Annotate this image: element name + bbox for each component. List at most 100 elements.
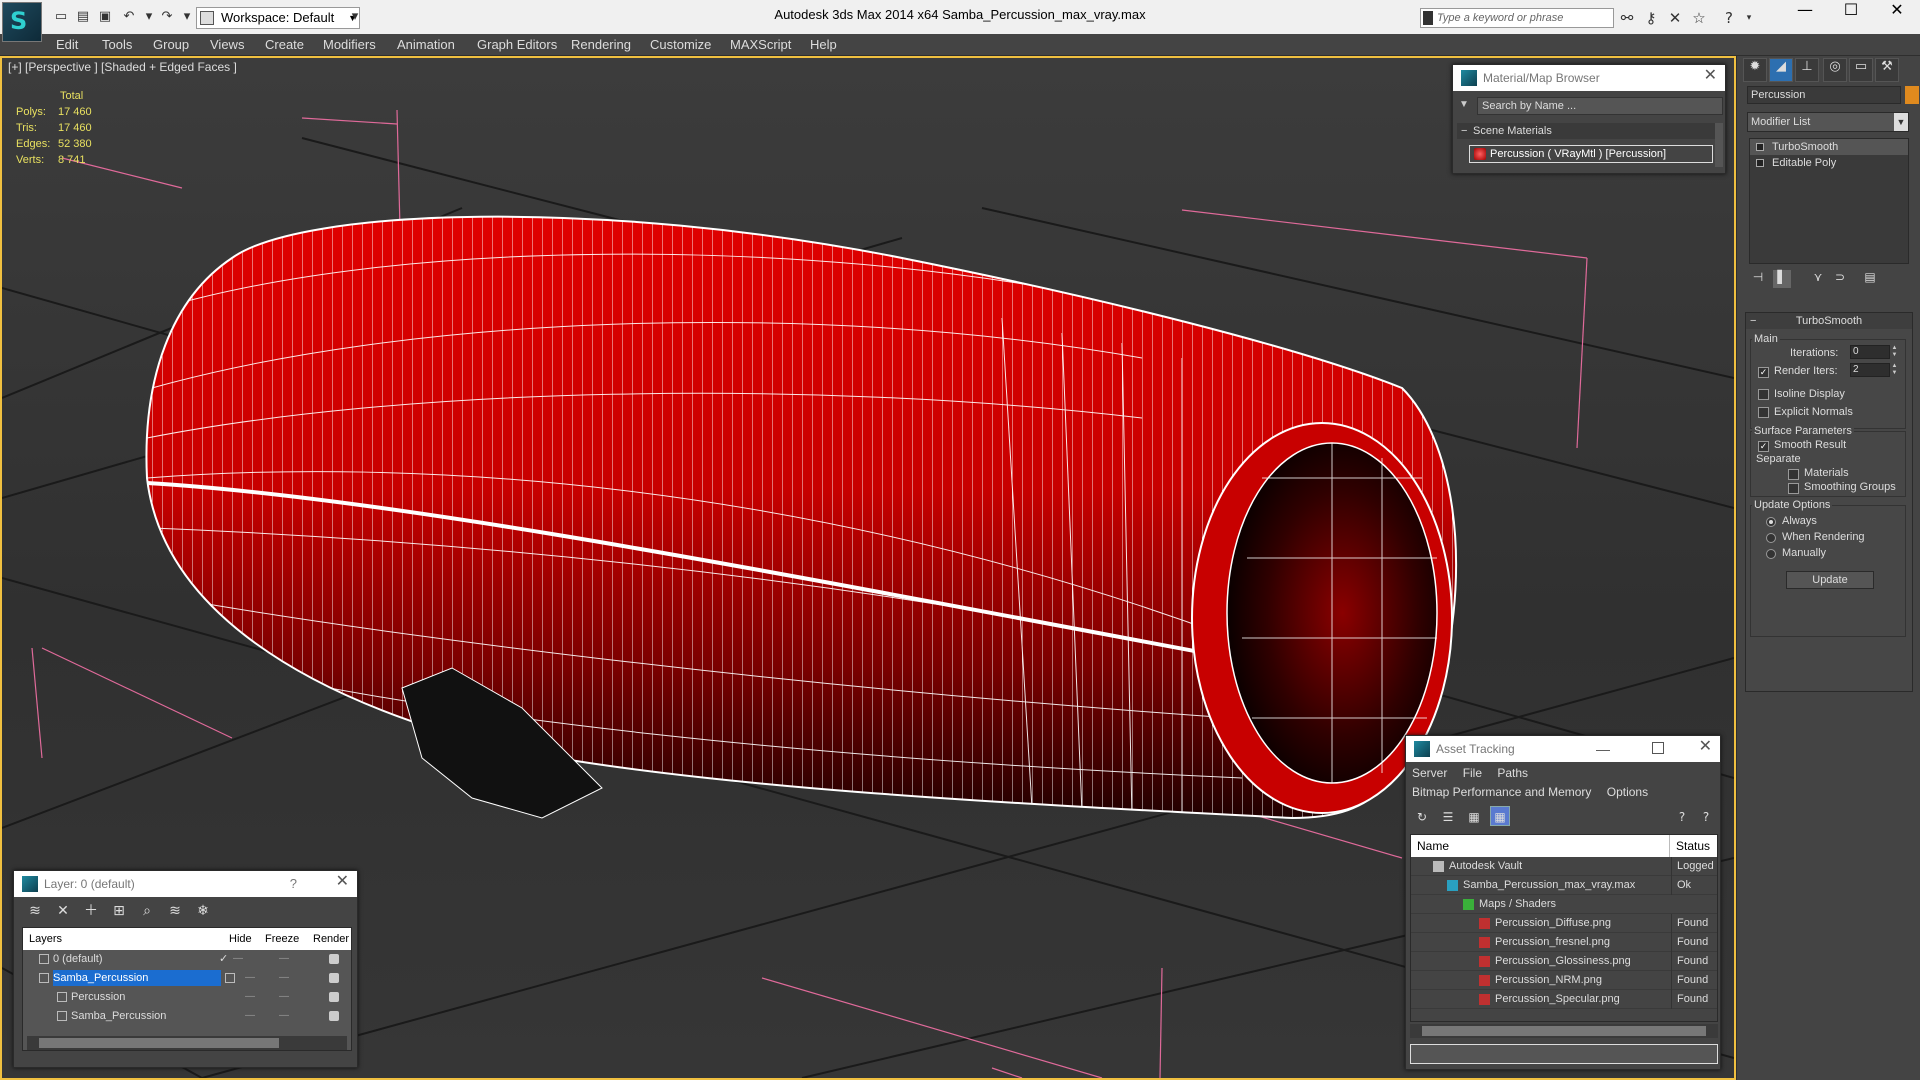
active-layer-box-icon[interactable]: [225, 973, 235, 983]
freeze-toggle[interactable]: —: [279, 1007, 289, 1025]
col-render[interactable]: Render: [313, 928, 349, 950]
explicit-normals-checkbox[interactable]: [1758, 407, 1769, 418]
menu-group[interactable]: Group: [153, 34, 189, 56]
table-view-icon[interactable]: ▦: [1490, 806, 1510, 826]
maximize-icon[interactable]: [1652, 742, 1664, 754]
freeze-toggle[interactable]: —: [279, 988, 289, 1006]
close-button[interactable]: ✕: [1874, 0, 1920, 30]
menu-rendering[interactable]: Rendering: [571, 34, 631, 56]
freeze-all-icon[interactable]: ❄: [192, 901, 214, 921]
make-unique-icon[interactable]: ⋎: [1809, 270, 1827, 288]
display-tab-icon[interactable]: ▭: [1849, 58, 1873, 82]
close-icon[interactable]: ✕: [1704, 65, 1717, 84]
create-tab-icon[interactable]: ✹: [1743, 58, 1767, 82]
col-hide[interactable]: Hide: [229, 928, 252, 950]
modifier-stack[interactable]: TurboSmooth Editable Poly: [1749, 138, 1909, 264]
workspace-dropdown[interactable]: Workspace: Default ▼: [196, 7, 360, 29]
asset-tracking-titlebar[interactable]: Asset Tracking — ✕: [1406, 736, 1720, 762]
stack-item-editable-poly[interactable]: Editable Poly: [1750, 155, 1908, 171]
render-teapot-icon[interactable]: [329, 992, 339, 1002]
asset-row[interactable]: Percussion_fresnel.png Found: [1411, 933, 1717, 952]
layer-row[interactable]: Samba_Percussion — —: [23, 969, 351, 987]
update-button[interactable]: Update: [1786, 571, 1874, 589]
communication-icon[interactable]: ✕: [1666, 9, 1684, 27]
scene-materials-group[interactable]: − Scene Materials: [1457, 123, 1717, 139]
rollout-header[interactable]: − TurboSmooth: [1746, 313, 1912, 329]
menu-server[interactable]: Server: [1412, 766, 1447, 780]
refresh-icon[interactable]: ↻: [1412, 806, 1432, 826]
material-browser-titlebar[interactable]: Material/Map Browser ✕: [1453, 65, 1725, 91]
utilities-tab-icon[interactable]: ⚒: [1875, 58, 1899, 82]
delete-layer-icon[interactable]: ✕: [52, 901, 74, 921]
menu-graph-editors[interactable]: Graph Editors: [477, 34, 557, 56]
new-file-icon[interactable]: ▭: [52, 8, 70, 26]
hide-all-icon[interactable]: ≋: [164, 901, 186, 921]
asset-row[interactable]: Percussion_Specular.png Found: [1411, 990, 1717, 1009]
asset-row[interactable]: Maps / Shaders: [1411, 895, 1717, 914]
render-teapot-icon[interactable]: [329, 954, 339, 964]
hide-toggle[interactable]: —: [245, 988, 255, 1006]
asset-row[interactable]: Autodesk Vault Logged: [1411, 857, 1717, 876]
favorites-star-icon[interactable]: ☆: [1690, 9, 1708, 27]
binoculars-icon[interactable]: ⚯: [1618, 9, 1636, 27]
scroll-thumb[interactable]: [39, 1038, 279, 1048]
asset-path-field[interactable]: [1410, 1044, 1718, 1064]
menu-views[interactable]: Views: [210, 34, 244, 56]
stack-item-turbosmooth[interactable]: TurboSmooth: [1750, 139, 1908, 155]
render-teapot-icon[interactable]: [329, 973, 339, 983]
menu-modifiers[interactable]: Modifiers: [323, 34, 376, 56]
hide-toggle[interactable]: —: [245, 1007, 255, 1025]
when-rendering-radio[interactable]: [1766, 533, 1776, 543]
asset-row[interactable]: Samba_Percussion_max_vray.max Ok: [1411, 876, 1717, 895]
configure-sets-icon[interactable]: ▤: [1861, 270, 1879, 288]
help-icon[interactable]: ?: [1720, 9, 1738, 27]
col-freeze[interactable]: Freeze: [265, 928, 299, 950]
hide-toggle[interactable]: —: [245, 969, 255, 987]
maximize-button[interactable]: ☐: [1828, 0, 1874, 30]
spinner-arrows-icon[interactable]: ▲ ▼: [1890, 345, 1899, 359]
hierarchy-tab-icon[interactable]: ⊥: [1795, 58, 1819, 82]
list-view-icon[interactable]: ☰: [1438, 806, 1458, 826]
lightbulb-icon[interactable]: [1756, 143, 1764, 151]
col-layers[interactable]: Layers: [29, 928, 62, 950]
pin-stack-icon[interactable]: ⊣: [1749, 270, 1767, 288]
menu-tools[interactable]: Tools: [102, 34, 132, 56]
asset-horizontal-scrollbar[interactable]: [1410, 1024, 1718, 1038]
menu-edit[interactable]: Edit: [56, 34, 78, 56]
motion-tab-icon[interactable]: ◎: [1823, 58, 1847, 82]
modify-tab-icon[interactable]: ◢: [1769, 58, 1793, 82]
help-icon[interactable]: ?: [1672, 806, 1692, 826]
menu-bitmap-performance[interactable]: Bitmap Performance and Memory: [1412, 785, 1591, 799]
layer-horizontal-scrollbar[interactable]: [27, 1036, 347, 1050]
open-file-icon[interactable]: ▤: [74, 8, 92, 26]
options-arrow-icon[interactable]: ▼: [1459, 99, 1469, 110]
close-icon[interactable]: ✕: [1699, 736, 1712, 755]
modifier-list-dropdown[interactable]: Modifier List ▼: [1747, 112, 1909, 132]
help-whats-this-icon[interactable]: ?: [1696, 806, 1716, 826]
undo-dropdown-icon[interactable]: ▾: [140, 8, 158, 26]
render-iters-checkbox[interactable]: ✓: [1758, 367, 1769, 378]
thumbnail-view-icon[interactable]: ▦: [1464, 806, 1484, 826]
app-logo-icon[interactable]: S: [2, 2, 42, 42]
add-to-layer-icon[interactable]: ＋: [80, 901, 102, 921]
expand-icon[interactable]: [1756, 159, 1764, 167]
materials-checkbox[interactable]: [1788, 469, 1799, 480]
object-name-field[interactable]: Percussion: [1747, 86, 1901, 104]
search-input[interactable]: Type a keyword or phrase: [1420, 8, 1614, 28]
workspace-menu-icon[interactable]: ▾: [346, 8, 364, 26]
redo-icon[interactable]: ↷: [158, 8, 176, 26]
menu-customize[interactable]: Customize: [650, 34, 711, 56]
select-objects-icon[interactable]: ⊞: [108, 901, 130, 921]
manually-radio[interactable]: [1766, 549, 1776, 559]
infocenter-collapse-icon[interactable]: [1423, 11, 1433, 25]
smooth-result-checkbox[interactable]: ✓: [1758, 441, 1769, 452]
asset-row[interactable]: Percussion_Glossiness.png Found: [1411, 952, 1717, 971]
render-iters-spinner[interactable]: 2 ▲ ▼: [1850, 363, 1897, 377]
col-name[interactable]: Name: [1417, 835, 1449, 857]
menu-maxscript[interactable]: MAXScript: [730, 34, 791, 56]
object-color-swatch[interactable]: [1905, 86, 1919, 104]
viewport-label[interactable]: [+] [Perspective ] [Shaded + Edged Faces…: [8, 60, 237, 74]
subscription-key-icon[interactable]: ⚷: [1642, 9, 1660, 27]
menu-create[interactable]: Create: [265, 34, 304, 56]
menu-options[interactable]: Options: [1607, 785, 1648, 799]
